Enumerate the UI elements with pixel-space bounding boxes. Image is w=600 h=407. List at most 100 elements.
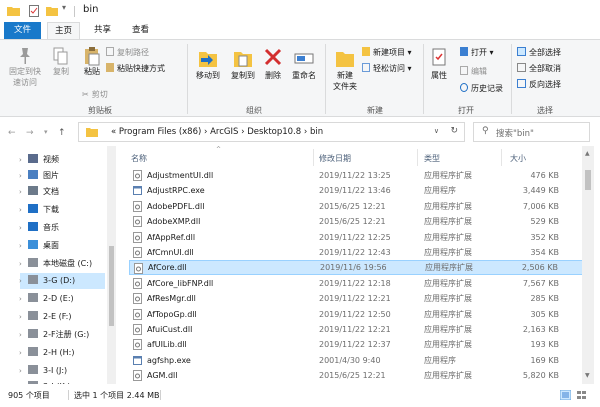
file-row[interactable]: AdjustmentUI.dll 2019/11/22 13:25 应用程序扩展 47… [129,168,584,183]
file-row[interactable]: afUILib.dll 2019/11/22 12:37 应用程序扩展 193 KB [129,337,584,352]
expand-chevron-icon[interactable]: › [19,238,22,254]
history-button[interactable]: 历史记录 [460,83,503,94]
new-item-button[interactable]: 新建项目 ▾ [362,47,412,58]
recent-locations-icon[interactable]: ▾ [44,128,48,136]
expand-chevron-icon[interactable]: › [19,309,22,325]
expand-chevron-icon[interactable]: › [19,202,22,218]
drive-icon [28,365,38,374]
ribbon-tabs: 文件 主页 共享 查看 [0,22,600,39]
search-placeholder: 搜索"bin" [496,129,534,139]
search-box[interactable]: ⚲ 搜索"bin" [473,122,590,142]
nav-item[interactable]: › 2-H (H:) [19,345,118,361]
file-row[interactable]: AfCore.dll 2019/11/6 19:56 应用程序扩展 2,506 KB [129,260,584,276]
expand-chevron-icon[interactable]: › [19,184,22,200]
expand-chevron-icon[interactable]: › [19,363,22,379]
column-divider[interactable] [417,149,418,166]
nav-item[interactable]: › 文档 [19,184,118,200]
paste-shortcut-label: 粘贴快捷方式 [117,64,165,73]
address-dropdown-icon[interactable]: ∨ [434,127,439,135]
select-none-button[interactable]: 全部取消 [517,63,561,74]
nav-item[interactable]: › 2-E (F:) [19,309,118,325]
tab-file[interactable]: 文件 [4,22,41,39]
file-row[interactable]: AfTopoGp.dll 2019/11/22 12:50 应用程序扩展 305 KB [129,307,584,322]
new-folder-button[interactable]: 新建 文件夹 [328,46,362,92]
expand-chevron-icon[interactable]: › [19,168,22,184]
properties-button[interactable]: 属性 [426,46,452,81]
up-arrow-icon[interactable]: ↑ [58,128,66,138]
easy-access-button[interactable]: 轻松访问 ▾ [362,63,412,74]
column-type[interactable]: 类型 [424,153,440,164]
search-icon: ⚲ [482,126,489,136]
nav-scrollbar[interactable] [107,146,116,384]
file-list-scrollbar-thumb[interactable] [585,170,591,190]
column-name[interactable]: 名称 [131,153,147,164]
expand-chevron-icon[interactable]: › [19,152,22,168]
file-row[interactable]: AfAppRef.dll 2019/11/22 12:25 应用程序扩展 352 KB [129,230,584,245]
refresh-icon[interactable]: ↻ [450,126,458,136]
cut-button[interactable]: ✂ 剪切 [82,89,108,100]
file-row[interactable]: AdobeXMP.dll 2015/6/25 12:21 应用程序扩展 529 KB [129,214,584,229]
scroll-down-icon[interactable]: ▼ [585,372,590,379]
quick-access-dropdown-icon[interactable]: ▾ [62,3,66,12]
nav-item[interactable]: › 3-G (D:) [19,273,105,289]
file-row[interactable]: AGM.dll 2015/6/25 12:21 应用程序扩展 5,820 KB [129,368,584,383]
address-bar[interactable]: « Program Files (x86) › ArcGIS › Desktop… [78,122,465,142]
file-row[interactable]: AdobePDFL.dll 2015/6/25 12:21 应用程序扩展 7,006 … [129,199,584,214]
expand-chevron-icon[interactable]: › [19,345,22,361]
file-row[interactable]: AfuiCust.dll 2019/11/22 12:21 应用程序扩展 2,163 … [129,322,584,337]
nav-item[interactable]: › 2-D (E:) [19,291,118,307]
pin-quick-access-button[interactable]: 固定到快 速访问 [6,46,44,88]
select-all-button[interactable]: 全部选择 [517,47,561,58]
nav-item[interactable]: › 桌面 [19,238,118,254]
copy-to-button[interactable]: 复制到 [226,46,260,81]
tab-share[interactable]: 共享 [86,22,119,39]
file-row[interactable]: AfCmnUI.dll 2019/11/22 12:43 应用程序扩展 354 KB [129,245,584,260]
details-view-icon[interactable] [560,390,571,400]
open-button[interactable]: 打开 ▾ [460,47,494,58]
file-size: 2,506 KB [521,263,558,273]
column-size[interactable]: 大小 [510,153,526,164]
expand-chevron-icon[interactable]: › [19,256,22,272]
nav-item[interactable]: › 音乐 [19,220,118,236]
edit-button[interactable]: 编辑 [460,66,487,77]
nav-item[interactable]: › 本地磁盘 (C:) [19,256,118,272]
nav-item[interactable]: › 下载 [19,202,118,218]
column-divider[interactable] [501,149,502,166]
rename-button[interactable]: 重命名 [287,46,321,81]
breadcrumb[interactable]: « Program Files (x86) › ArcGIS › Desktop… [111,127,323,137]
copy-path-button[interactable]: 复制路径 [106,47,149,58]
nav-item[interactable]: › 视频 [19,152,118,168]
new-folder-qa-icon[interactable] [46,5,58,16]
selection-info: 选中 1 个项目 2.44 MB [74,391,160,400]
scroll-up-icon[interactable]: ▲ [585,150,590,157]
open-group-label: 打开 [458,106,474,115]
tab-view[interactable]: 查看 [124,22,157,39]
forward-arrow-icon[interactable]: → [26,128,34,138]
file-row[interactable]: AfCore_libFNP.dll 2019/11/22 12:18 应用程序扩展 7… [129,276,584,291]
copy-button[interactable]: 复制 [47,46,75,77]
dll-file-icon [133,370,142,382]
file-row[interactable]: agfshp.exe 2001/4/30 9:40 应用程序 169 KB [129,353,584,368]
nav-item[interactable]: › 图片 [19,168,118,184]
paste-button[interactable]: 粘贴 [78,46,106,77]
expand-chevron-icon[interactable]: › [19,327,22,343]
file-list-scrollbar[interactable]: ▲ ▼ [582,146,594,392]
invert-selection-button[interactable]: 反向选择 [517,79,561,90]
file-row[interactable]: AfResMgr.dll 2019/11/22 12:21 应用程序扩展 285 KB [129,291,584,306]
nav-item[interactable]: › 2-F注册 (G:) [19,327,118,343]
column-divider[interactable] [313,149,314,166]
large-icons-view-icon[interactable] [576,390,587,400]
delete-button[interactable]: 删除 [262,46,284,81]
nav-scrollbar-thumb[interactable] [109,246,114,326]
file-row[interactable]: AdjustRPC.exe 2019/11/22 13:46 应用程序 3,449 K… [129,183,584,198]
properties-qa-icon[interactable] [29,5,40,17]
tab-home[interactable]: 主页 [47,22,80,39]
expand-chevron-icon[interactable]: › [19,220,22,236]
column-date[interactable]: 修改日期 [319,153,351,164]
expand-chevron-icon[interactable]: › [19,273,22,289]
move-to-button[interactable]: 移动到 [191,46,225,81]
expand-chevron-icon[interactable]: › [19,291,22,307]
back-arrow-icon[interactable]: ← [8,128,16,138]
nav-item[interactable]: › 3-I (J:) [19,363,118,379]
paste-shortcut-button[interactable]: 粘贴快捷方式 [106,63,165,74]
